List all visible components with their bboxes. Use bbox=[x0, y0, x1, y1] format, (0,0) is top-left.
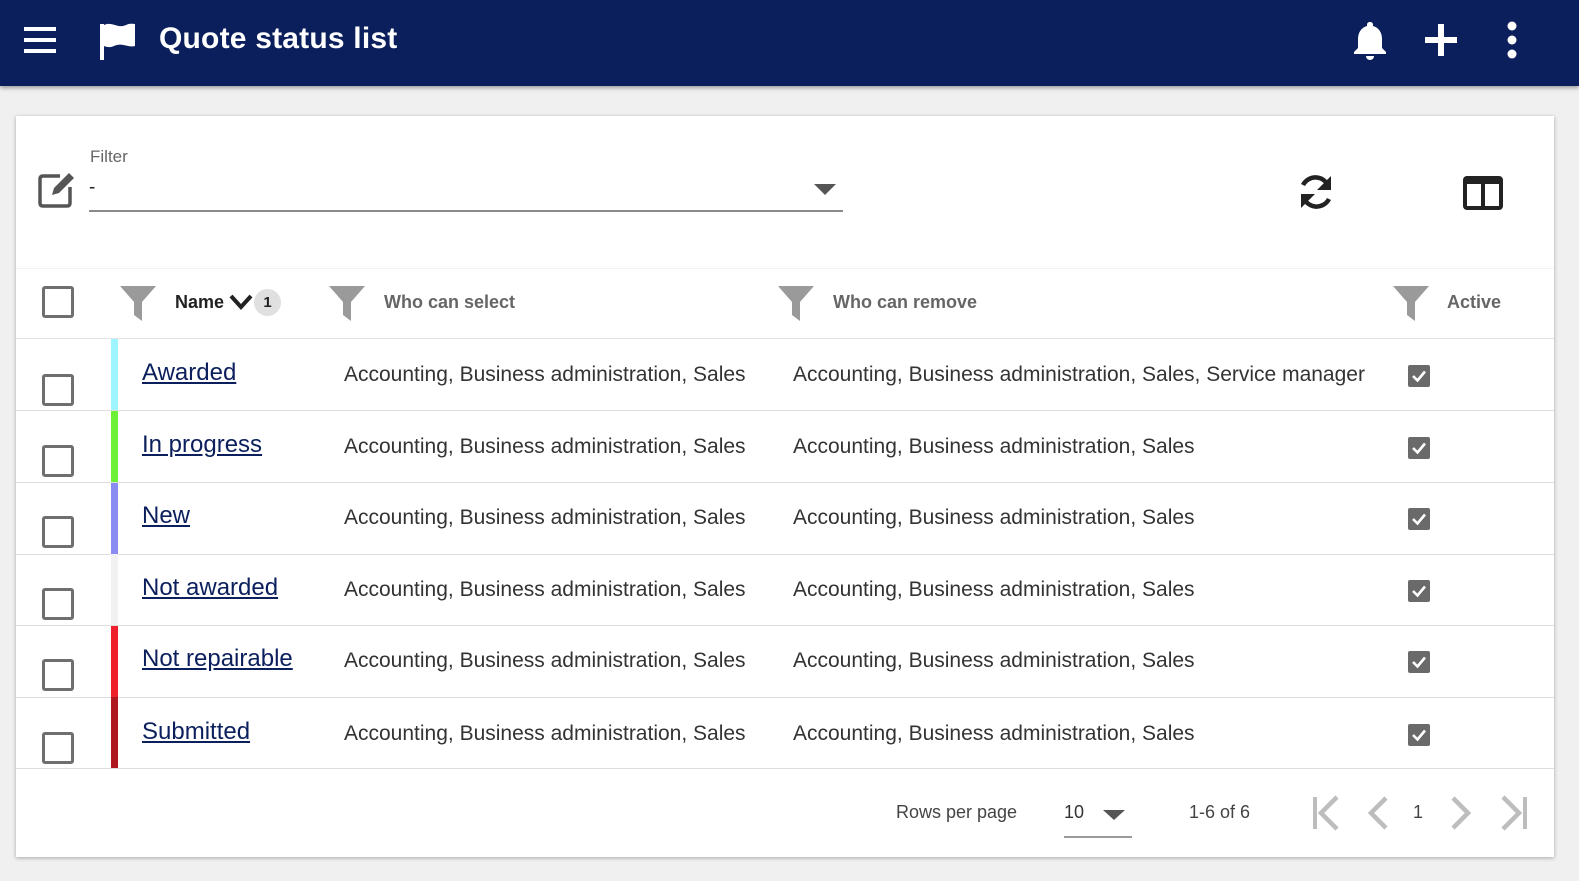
who-can-select-cell: Accounting, Business administration, Sal… bbox=[344, 578, 746, 601]
bell-icon[interactable] bbox=[1348, 18, 1392, 62]
status-color-bar bbox=[111, 411, 118, 482]
column-header-name[interactable]: Name bbox=[175, 291, 224, 313]
status-color-bar bbox=[111, 697, 118, 768]
status-name-link[interactable]: Not awarded bbox=[142, 574, 278, 602]
table-row[interactable]: Awarded Accounting, Business administrat… bbox=[16, 339, 1554, 411]
status-name-link[interactable]: Awarded bbox=[142, 359, 236, 387]
row-checkbox[interactable] bbox=[42, 516, 74, 548]
plus-icon[interactable] bbox=[1419, 18, 1463, 62]
refresh-icon[interactable] bbox=[1294, 170, 1338, 214]
status-name-link[interactable]: Not repairable bbox=[142, 645, 293, 673]
flag-icon bbox=[98, 20, 138, 62]
who-can-remove-cell: Accounting, Business administration, Sal… bbox=[793, 722, 1195, 745]
filter-label: Filter bbox=[90, 147, 128, 166]
caret-down-icon[interactable] bbox=[1102, 808, 1126, 820]
current-page: 1 bbox=[1413, 802, 1424, 822]
rows-per-page-select[interactable]: 10 bbox=[1064, 802, 1084, 823]
previous-page-icon[interactable] bbox=[1360, 794, 1396, 832]
row-checkbox[interactable] bbox=[42, 659, 74, 691]
active-checkbox[interactable] bbox=[1408, 651, 1430, 673]
row-checkbox[interactable] bbox=[42, 445, 74, 477]
who-can-select-cell: Accounting, Business administration, Sal… bbox=[344, 435, 746, 458]
pagination-range: 1-6 of 6 bbox=[1189, 802, 1251, 822]
row-checkbox[interactable] bbox=[42, 732, 74, 764]
select-all-checkbox[interactable] bbox=[42, 286, 74, 318]
filter-funnel-icon[interactable] bbox=[1391, 283, 1431, 323]
row-checkbox[interactable] bbox=[42, 588, 74, 620]
edit-icon[interactable] bbox=[38, 170, 78, 208]
status-color-bar bbox=[111, 554, 118, 625]
more-vert-icon[interactable] bbox=[1490, 18, 1534, 62]
columns-icon[interactable] bbox=[1461, 172, 1505, 212]
active-checkbox[interactable] bbox=[1408, 724, 1430, 746]
filter-funnel-icon[interactable] bbox=[776, 283, 816, 323]
rows-per-page-label: Rows per page bbox=[896, 802, 1018, 822]
who-can-remove-cell: Accounting, Business administration, Sal… bbox=[793, 435, 1195, 458]
who-can-select-cell: Accounting, Business administration, Sal… bbox=[344, 722, 746, 745]
active-checkbox[interactable] bbox=[1408, 580, 1430, 602]
filter-underline bbox=[89, 210, 843, 212]
next-page-icon[interactable] bbox=[1443, 794, 1479, 832]
rows-per-page-underline bbox=[1064, 836, 1132, 838]
status-color-bar bbox=[111, 339, 118, 410]
row-checkbox[interactable] bbox=[42, 374, 74, 406]
first-page-icon[interactable] bbox=[1307, 794, 1343, 832]
filter-funnel-icon[interactable] bbox=[327, 283, 367, 323]
status-color-bar bbox=[111, 626, 118, 697]
table-row[interactable]: New Accounting, Business administration,… bbox=[16, 483, 1554, 555]
column-header-active[interactable]: Active bbox=[1447, 291, 1501, 313]
last-page-icon[interactable] bbox=[1497, 794, 1533, 832]
menu-icon[interactable] bbox=[22, 22, 58, 58]
who-can-select-cell: Accounting, Business administration, Sal… bbox=[344, 363, 746, 386]
table-row[interactable]: In progress Accounting, Business adminis… bbox=[16, 411, 1554, 483]
page-title: Quote status list bbox=[159, 22, 398, 55]
who-can-select-cell: Accounting, Business administration, Sal… bbox=[344, 506, 746, 529]
active-checkbox[interactable] bbox=[1408, 437, 1430, 459]
status-name-link[interactable]: In progress bbox=[142, 431, 262, 459]
caret-down-icon[interactable] bbox=[812, 182, 838, 196]
status-color-bar bbox=[111, 483, 118, 554]
table-row[interactable]: Submitted Accounting, Business administr… bbox=[16, 697, 1554, 769]
active-checkbox[interactable] bbox=[1408, 508, 1430, 530]
table-row[interactable]: Not awarded Accounting, Business adminis… bbox=[16, 554, 1554, 626]
app-bar: Quote status list bbox=[0, 0, 1579, 86]
table-row[interactable]: Not repairable Accounting, Business admi… bbox=[16, 626, 1554, 698]
who-can-select-cell: Accounting, Business administration, Sal… bbox=[344, 649, 746, 672]
column-header-who-can-remove[interactable]: Who can remove bbox=[833, 291, 977, 313]
filter-select[interactable]: - bbox=[89, 177, 95, 199]
status-name-link[interactable]: Submitted bbox=[142, 718, 250, 746]
who-can-remove-cell: Accounting, Business administration, Sal… bbox=[793, 649, 1195, 672]
active-checkbox[interactable] bbox=[1408, 365, 1430, 387]
chevron-down-icon[interactable] bbox=[228, 293, 254, 311]
filter-funnel-icon[interactable] bbox=[118, 283, 158, 323]
sort-order-badge: 1 bbox=[254, 289, 281, 316]
status-name-link[interactable]: New bbox=[142, 502, 190, 530]
who-can-remove-cell: Accounting, Business administration, Sal… bbox=[793, 578, 1195, 601]
who-can-remove-cell: Accounting, Business administration, Sal… bbox=[793, 363, 1365, 386]
column-header-who-can-select[interactable]: Who can select bbox=[384, 291, 515, 313]
who-can-remove-cell: Accounting, Business administration, Sal… bbox=[793, 506, 1195, 529]
